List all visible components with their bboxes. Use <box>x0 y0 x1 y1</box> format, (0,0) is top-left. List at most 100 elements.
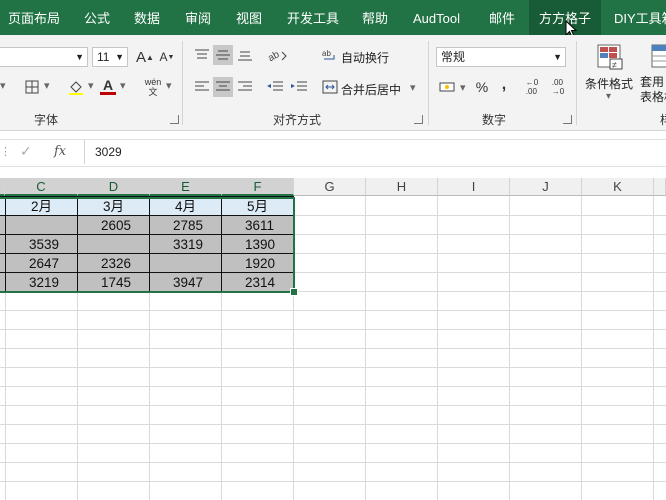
shrink-font-icon: A <box>159 50 168 64</box>
align-middle-button[interactable] <box>213 45 233 65</box>
column-header-g[interactable]: G <box>294 178 366 196</box>
table-header-cell[interactable]: 4月 <box>149 196 222 216</box>
table-cell[interactable]: 1745 <box>77 272 150 292</box>
gridline <box>0 424 666 425</box>
column-header-j[interactable]: J <box>510 178 582 196</box>
chevron-down-icon: ▼ <box>75 52 84 62</box>
align-bottom-button[interactable] <box>235 45 255 65</box>
align-left-button[interactable] <box>192 77 212 97</box>
table-header-cell[interactable]: 5月 <box>221 196 294 216</box>
column-header-f[interactable]: F <box>222 178 294 196</box>
number-format-combobox[interactable]: 常规 ▼ <box>436 47 566 67</box>
tab-help[interactable]: 帮助 <box>362 0 388 35</box>
table-cell[interactable]: 1390 <box>221 234 294 254</box>
table-cell[interactable]: 3319 <box>149 234 222 254</box>
chevron-down-icon: ▾ <box>44 80 50 92</box>
column-header-c[interactable]: C <box>5 178 78 196</box>
conditional-format-button[interactable]: ≠ 条件格式 ▾ <box>582 41 638 111</box>
borders-button[interactable] <box>22 77 42 97</box>
fill-color-button[interactable] <box>66 77 86 97</box>
table-cell[interactable]: 2326 <box>77 253 150 273</box>
wrap-text-button[interactable]: 自动换行 <box>341 49 389 66</box>
table-cell[interactable]: 3539 <box>5 234 78 254</box>
table-header-cell[interactable]: 3月 <box>77 196 150 216</box>
orientation-button[interactable]: ab <box>265 45 291 65</box>
table-cell[interactable]: 1920 <box>221 253 294 273</box>
font-size-combobox[interactable]: 11 ▼ <box>92 47 128 67</box>
table-cell[interactable]: 3947 <box>149 272 222 292</box>
tab-formulas[interactable]: 公式 <box>84 0 110 35</box>
font-color-button[interactable]: A <box>98 77 118 97</box>
chevron-down-icon: ▾ <box>0 80 6 92</box>
accounting-format-button[interactable] <box>437 77 457 97</box>
tab-page-layout[interactable]: 页面布局 <box>8 0 60 35</box>
ribbon-panel: ▼ 11 ▼ A ▲ A ▼ ▾ ▾ ▾ A ▾ wén 文 ▾ 字体 ab ab <box>0 35 666 131</box>
align-bottom-icon <box>238 51 252 61</box>
column-header-k[interactable]: K <box>582 178 654 196</box>
table-cell[interactable]: 2785 <box>149 215 222 235</box>
decrease-decimal-button[interactable]: .00 →0 <box>546 75 570 99</box>
grow-font-button[interactable]: A ▲ <box>135 47 155 67</box>
phonetic-guide-button[interactable]: wén 文 <box>142 75 164 99</box>
alignment-dialog-launcher-icon[interactable] <box>414 115 423 124</box>
table-cell[interactable] <box>77 234 150 254</box>
tab-audtool[interactable]: AudTool <box>413 0 460 35</box>
table-cell[interactable] <box>149 253 222 273</box>
tab-data[interactable]: 数据 <box>134 0 160 35</box>
column-header-l[interactable] <box>654 178 666 196</box>
tab-mail[interactable]: 邮件 <box>489 0 515 35</box>
tab-diy-toolbox[interactable]: DIY工具箱 <box>614 0 666 35</box>
gridline <box>0 367 666 368</box>
formula-input[interactable]: 3029 <box>84 140 666 164</box>
font-group-label: 字体 <box>34 113 59 127</box>
enter-check-icon[interactable]: ✓ <box>20 143 32 160</box>
align-top-icon <box>195 49 209 59</box>
percent-style-button[interactable]: % <box>472 77 492 97</box>
merge-center-button[interactable]: 合并后居中 <box>341 81 401 98</box>
tab-view[interactable]: 视图 <box>236 0 262 35</box>
column-header-e[interactable]: E <box>150 178 222 196</box>
table-cell[interactable]: 2314 <box>221 272 294 292</box>
tab-review[interactable]: 审阅 <box>185 0 211 35</box>
align-center-button[interactable] <box>213 77 233 97</box>
percent-icon: % <box>475 79 489 95</box>
table-cell[interactable]: 2605 <box>77 215 150 235</box>
chevron-down-icon: ▾ <box>166 80 172 92</box>
group-separator <box>576 41 577 125</box>
styles-group-label: 样 <box>660 111 666 128</box>
table-header-cell[interactable]: 2月 <box>5 196 78 216</box>
gridline <box>0 348 666 349</box>
gridline <box>0 462 666 463</box>
comma-style-button[interactable]: , <box>494 75 514 95</box>
shrink-font-button[interactable]: A ▼ <box>157 47 177 67</box>
table-cell[interactable]: 3219 <box>5 272 78 292</box>
decrease-indent-button[interactable] <box>265 77 285 97</box>
phonetic-guide-icon: wén 文 <box>144 77 162 97</box>
fill-handle[interactable] <box>290 288 298 296</box>
group-separator <box>182 41 183 125</box>
format-as-table-button[interactable]: 套用 表格格 <box>640 41 666 111</box>
gridline <box>0 386 666 387</box>
number-dialog-launcher-icon[interactable] <box>563 115 572 124</box>
table-cell[interactable] <box>5 215 78 235</box>
table-cell[interactable]: 3611 <box>221 215 294 235</box>
increase-indent-button[interactable] <box>289 77 309 97</box>
align-right-button[interactable] <box>235 77 255 97</box>
align-top-button[interactable] <box>192 45 212 65</box>
table-cell[interactable]: 2647 <box>5 253 78 273</box>
chevron-down-icon: ▼ <box>115 52 124 62</box>
increase-decimal-button[interactable]: ←0 .00 <box>520 75 544 99</box>
font-name-combobox[interactable]: ▼ <box>0 47 88 67</box>
column-header-d[interactable]: D <box>78 178 150 196</box>
tab-developer[interactable]: 开发工具 <box>287 0 339 35</box>
column-header-i[interactable]: I <box>438 178 510 196</box>
gridline <box>0 443 666 444</box>
chevron-down-icon: ▾ <box>88 80 94 92</box>
chevron-down-icon: ▾ <box>120 80 126 92</box>
align-middle-icon <box>216 50 230 60</box>
format-as-table-label: 套用 表格格 <box>640 75 666 104</box>
font-dialog-launcher-icon[interactable] <box>170 115 179 124</box>
worksheet-grid[interactable]: C D E F G H I J K 2月 3月 4月 5月 2605 2785 … <box>0 178 666 500</box>
insert-function-icon[interactable]: fx <box>54 144 66 159</box>
column-header-h[interactable]: H <box>366 178 438 196</box>
